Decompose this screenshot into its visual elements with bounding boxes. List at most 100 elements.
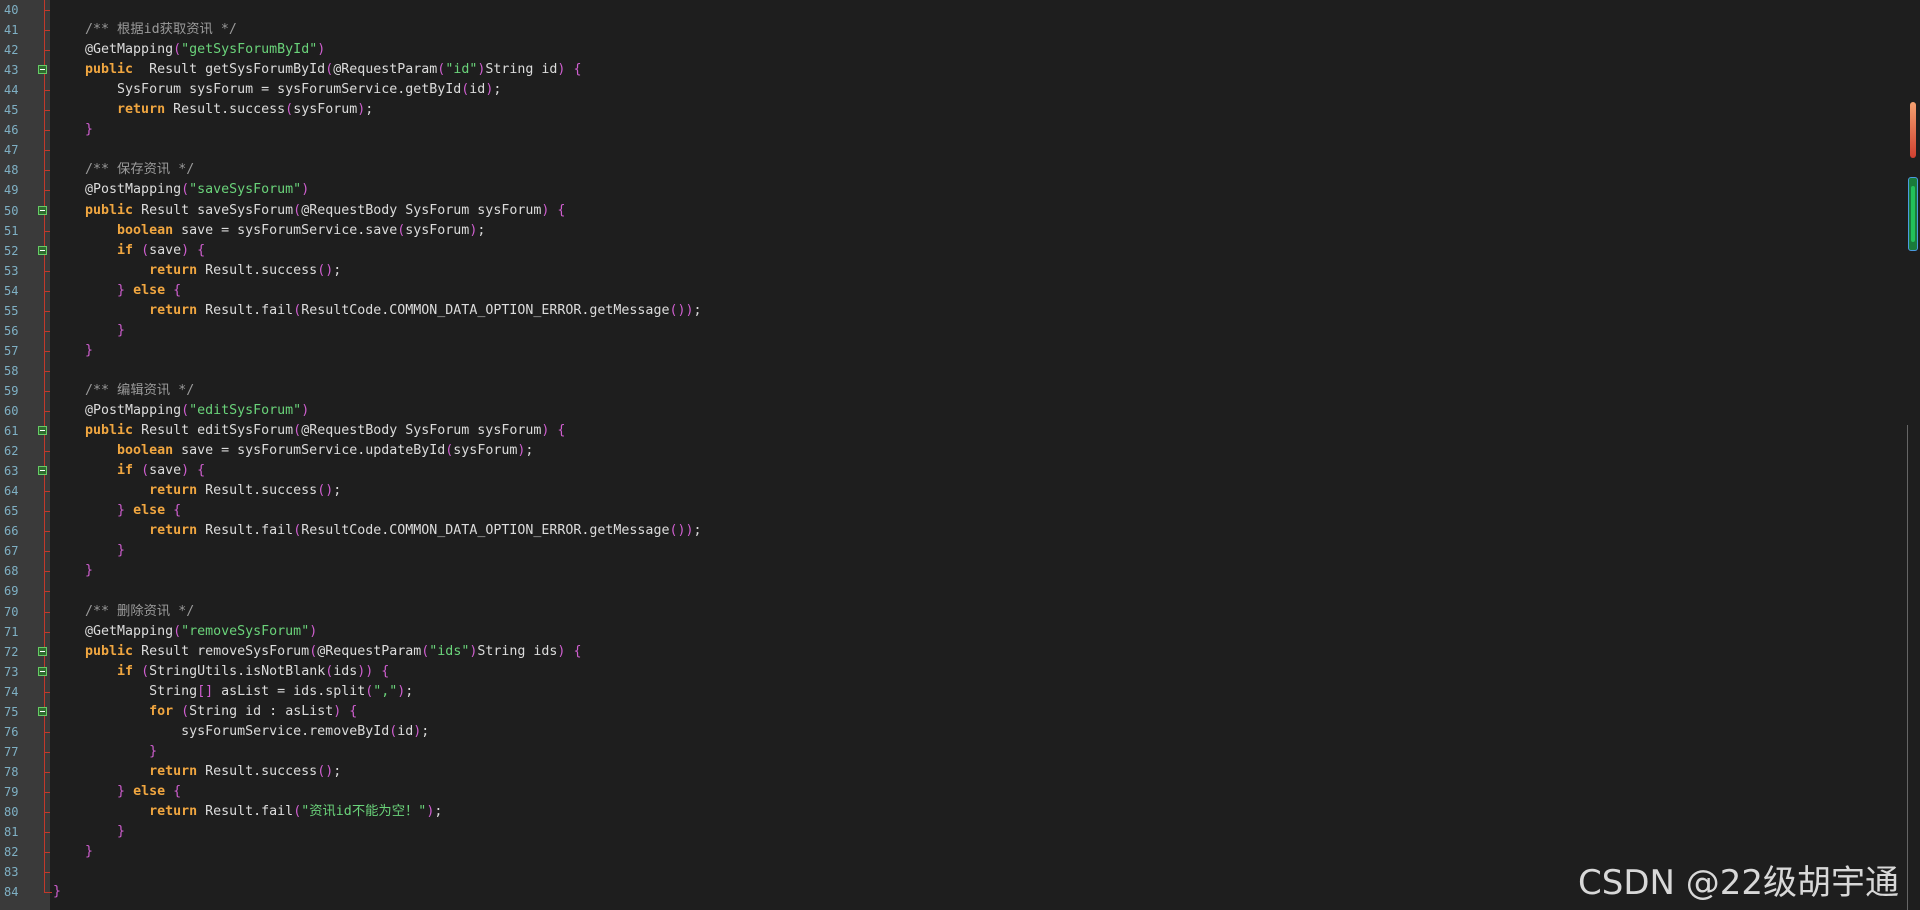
line-number: 51 bbox=[4, 223, 19, 238]
code-line[interactable]: 53 return Result.success(); bbox=[0, 261, 1900, 281]
scroll-thumb[interactable] bbox=[1908, 177, 1918, 251]
code-line[interactable]: 67 } bbox=[0, 541, 1900, 561]
code-text[interactable]: for (String id : asList) { bbox=[53, 702, 357, 722]
code-text[interactable]: } bbox=[53, 541, 125, 561]
code-line[interactable]: 44 SysForum sysForum = sysForumService.g… bbox=[0, 80, 1900, 100]
line-number: 62 bbox=[4, 444, 19, 459]
code-line[interactable]: 43 public Result getSysForumById(@Reques… bbox=[0, 60, 1900, 80]
code-text[interactable]: boolean save = sysForumService.updateByI… bbox=[53, 441, 533, 461]
scrollbar-track[interactable] bbox=[1907, 425, 1908, 910]
code-line[interactable]: 55 return Result.fail(ResultCode.COMMON_… bbox=[0, 301, 1900, 321]
code-token: )) bbox=[357, 663, 374, 679]
code-text[interactable]: /** 根据id获取资讯 */ bbox=[53, 20, 237, 40]
code-text[interactable]: @GetMapping("removeSysForum") bbox=[53, 622, 317, 642]
code-text[interactable]: sysForumService.removeById(id); bbox=[53, 722, 429, 742]
code-text[interactable]: if (save) { bbox=[53, 461, 205, 481]
code-text[interactable]: return Result.success(); bbox=[53, 481, 341, 501]
code-text[interactable]: } bbox=[53, 822, 125, 842]
code-line[interactable]: 77 } bbox=[0, 742, 1900, 762]
code-line[interactable]: 63 if (save) { bbox=[0, 461, 1900, 481]
code-line[interactable]: 59 /** 编辑资讯 */ bbox=[0, 381, 1900, 401]
code-line[interactable]: 54 } else { bbox=[0, 281, 1900, 301]
code-line[interactable]: 71 @GetMapping("removeSysForum") bbox=[0, 622, 1900, 642]
code-line[interactable]: 79 } else { bbox=[0, 782, 1900, 802]
code-line[interactable]: 74 String[] asList = ids.split(","); bbox=[0, 682, 1900, 702]
fold-tick bbox=[44, 571, 50, 573]
code-line[interactable]: 47 bbox=[0, 140, 1900, 160]
code-text[interactable]: } bbox=[53, 561, 93, 581]
code-line[interactable]: 65 } else { bbox=[0, 501, 1900, 521]
code-text[interactable]: return Result.fail(ResultCode.COMMON_DAT… bbox=[53, 301, 701, 321]
code-text[interactable]: /** 保存资讯 */ bbox=[53, 160, 194, 180]
code-editor[interactable]: 40 41 /** 根据id获取资讯 */42 @GetMapping("getS… bbox=[0, 0, 1920, 910]
code-text[interactable]: } bbox=[53, 321, 125, 341]
fold-toggle-icon[interactable] bbox=[38, 706, 47, 716]
code-text[interactable]: } else { bbox=[53, 501, 181, 521]
code-line[interactable]: 46 } bbox=[0, 120, 1900, 140]
code-line[interactable]: 61 public Result editSysForum(@RequestBo… bbox=[0, 421, 1900, 441]
code-text[interactable]: public Result saveSysForum(@RequestBody … bbox=[53, 201, 565, 221]
code-line[interactable]: 49 @PostMapping("saveSysForum") bbox=[0, 180, 1900, 200]
code-text[interactable]: boolean save = sysForumService.save(sysF… bbox=[53, 221, 485, 241]
fold-toggle-icon[interactable] bbox=[38, 466, 47, 476]
code-line[interactable]: 51 boolean save = sysForumService.save(s… bbox=[0, 221, 1900, 241]
code-line[interactable]: 72 public Result removeSysForum(@Request… bbox=[0, 642, 1900, 662]
code-text[interactable]: SysForum sysForum = sysForumService.getB… bbox=[53, 80, 501, 100]
fold-tick bbox=[44, 150, 50, 152]
code-text[interactable]: return Result.fail("资讯id不能为空！"); bbox=[53, 802, 442, 822]
code-text[interactable]: if (StringUtils.isNotBlank(ids)) { bbox=[53, 662, 389, 682]
code-line[interactable]: 73 if (StringUtils.isNotBlank(ids)) { bbox=[0, 662, 1900, 682]
code-text[interactable]: if (save) { bbox=[53, 241, 205, 261]
scroll-marker-change[interactable] bbox=[1910, 102, 1916, 158]
code-line[interactable]: 68 } bbox=[0, 561, 1900, 581]
code-text[interactable]: } bbox=[53, 742, 157, 762]
code-line[interactable]: 78 return Result.success(); bbox=[0, 762, 1900, 782]
code-line[interactable]: 41 /** 根据id获取资讯 */ bbox=[0, 20, 1900, 40]
code-line[interactable]: 57 } bbox=[0, 341, 1900, 361]
code-text[interactable]: /** 删除资讯 */ bbox=[53, 602, 194, 622]
code-line[interactable]: 58 bbox=[0, 361, 1900, 381]
code-text[interactable]: public Result editSysForum(@RequestBody … bbox=[53, 421, 565, 441]
code-line[interactable]: 60 @PostMapping("editSysForum") bbox=[0, 401, 1900, 421]
code-text[interactable]: @PostMapping("editSysForum") bbox=[53, 401, 309, 421]
code-line[interactable]: 70 /** 删除资讯 */ bbox=[0, 602, 1900, 622]
fold-toggle-icon[interactable] bbox=[38, 646, 47, 656]
code-line[interactable]: 64 return Result.success(); bbox=[0, 481, 1900, 501]
code-text[interactable]: public Result removeSysForum(@RequestPar… bbox=[53, 642, 581, 662]
code-text[interactable]: } else { bbox=[53, 782, 181, 802]
code-line[interactable]: 42 @GetMapping("getSysForumById") bbox=[0, 40, 1900, 60]
fold-toggle-icon[interactable] bbox=[38, 666, 47, 676]
code-text[interactable]: String[] asList = ids.split(","); bbox=[53, 682, 413, 702]
fold-toggle-icon[interactable] bbox=[38, 65, 47, 75]
code-text[interactable]: } bbox=[53, 120, 93, 140]
code-line[interactable]: 52 if (save) { bbox=[0, 241, 1900, 261]
code-text[interactable]: } else { bbox=[53, 281, 181, 301]
code-text[interactable]: public Result getSysForumById(@RequestPa… bbox=[53, 60, 581, 80]
code-text[interactable]: } bbox=[53, 882, 61, 902]
code-text[interactable]: @GetMapping("getSysForumById") bbox=[53, 40, 325, 60]
code-text[interactable]: return Result.fail(ResultCode.COMMON_DAT… bbox=[53, 521, 701, 541]
code-text[interactable]: /** 编辑资讯 */ bbox=[53, 381, 194, 401]
fold-toggle-icon[interactable] bbox=[38, 426, 47, 436]
code-line[interactable]: 56 } bbox=[0, 321, 1900, 341]
code-line[interactable]: 62 boolean save = sysForumService.update… bbox=[0, 441, 1900, 461]
code-line[interactable]: 76 sysForumService.removeById(id); bbox=[0, 722, 1900, 742]
code-line[interactable]: 50 public Result saveSysForum(@RequestBo… bbox=[0, 201, 1900, 221]
code-line[interactable]: 75 for (String id : asList) { bbox=[0, 702, 1900, 722]
code-line[interactable]: 66 return Result.fail(ResultCode.COMMON_… bbox=[0, 521, 1900, 541]
code-line[interactable]: 40 bbox=[0, 0, 1900, 20]
code-text[interactable]: } bbox=[53, 842, 93, 862]
fold-toggle-icon[interactable] bbox=[38, 245, 47, 255]
code-line[interactable]: 69 bbox=[0, 581, 1900, 601]
code-text[interactable]: } bbox=[53, 341, 93, 361]
code-text[interactable]: return Result.success(sysForum); bbox=[53, 100, 373, 120]
code-line[interactable]: 80 return Result.fail("资讯id不能为空！"); bbox=[0, 802, 1900, 822]
code-text[interactable]: return Result.success(); bbox=[53, 261, 341, 281]
code-line[interactable]: 45 return Result.success(sysForum); bbox=[0, 100, 1900, 120]
fold-toggle-icon[interactable] bbox=[38, 205, 47, 215]
code-text[interactable]: @PostMapping("saveSysForum") bbox=[53, 180, 309, 200]
code-line[interactable]: 48 /** 保存资讯 */ bbox=[0, 160, 1900, 180]
code-text[interactable]: return Result.success(); bbox=[53, 762, 341, 782]
line-number: 83 bbox=[4, 865, 19, 880]
code-line[interactable]: 81 } bbox=[0, 822, 1900, 842]
